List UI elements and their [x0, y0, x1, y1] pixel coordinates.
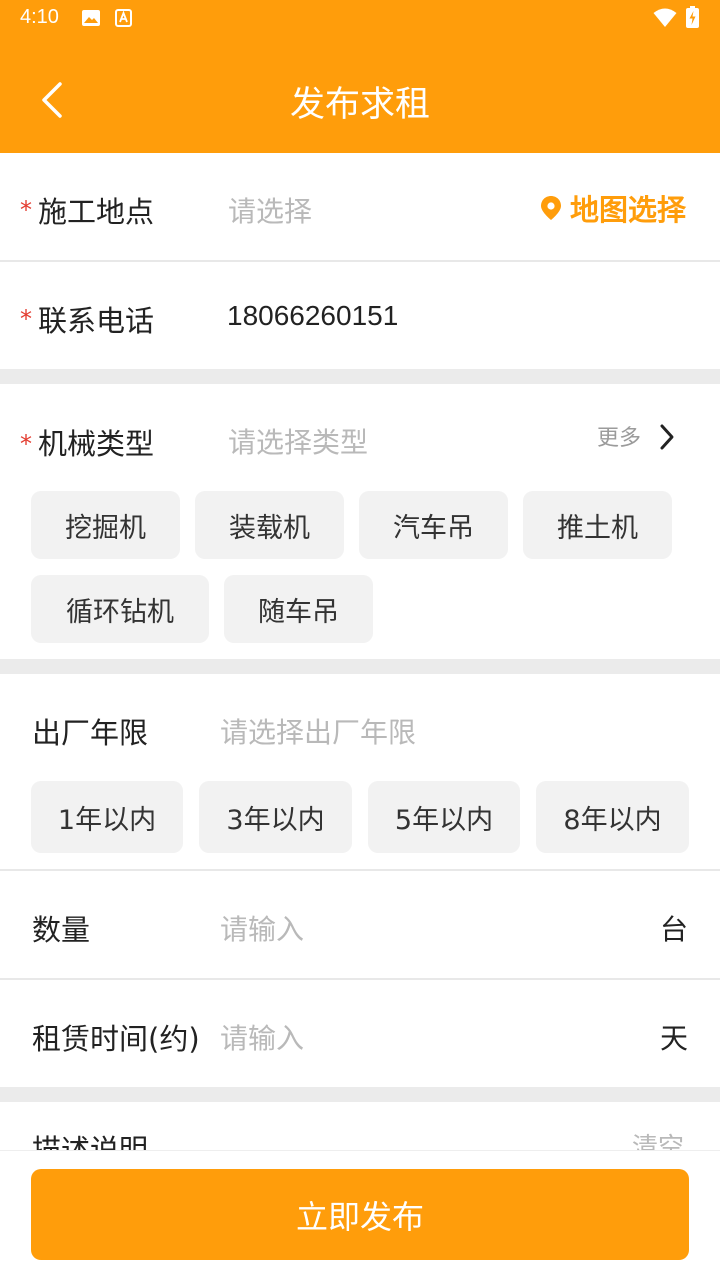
machine-chip-bulldozer[interactable]: 推土机	[523, 491, 672, 559]
machine-chip-rotary-drill[interactable]: 循环钻机	[31, 575, 209, 643]
phone-label: 联系电话	[38, 304, 155, 338]
app-header: 4:10 发布求租	[0, 0, 720, 153]
required-mark: *	[20, 305, 32, 333]
site-label: 施工地点	[38, 195, 155, 229]
duration-row[interactable]: 租赁时间(约) 请输入 天	[0, 980, 720, 1087]
battery-icon	[686, 6, 699, 28]
publish-button[interactable]: 立即发布	[31, 1169, 689, 1260]
page-title: 发布求租	[289, 85, 430, 125]
image-notification-icon	[82, 10, 100, 26]
required-mark: *	[20, 430, 32, 458]
location-pin-icon	[541, 196, 561, 220]
machine-chip-truck-mounted-crane[interactable]: 随车吊	[224, 575, 373, 643]
duration-label: 租赁时间(约)	[32, 1022, 200, 1056]
phone-row[interactable]: * 联系电话 18066260151	[0, 262, 720, 369]
duration-input[interactable]: 请输入	[220, 1017, 304, 1057]
age-chip-8y[interactable]: 8年以内	[536, 781, 689, 853]
section-separator	[0, 1087, 720, 1102]
machine-type-label: 机械类型	[38, 427, 155, 461]
wifi-icon	[653, 8, 677, 27]
machine-chip-loader[interactable]: 装载机	[195, 491, 344, 559]
site-input[interactable]: 请选择	[228, 190, 312, 230]
factory-age-input[interactable]: 请选择出厂年限	[220, 711, 416, 751]
machine-chip-excavator[interactable]: 挖掘机	[31, 491, 180, 559]
quantity-label: 数量	[32, 913, 91, 947]
factory-age-label: 出厂年限	[32, 716, 149, 750]
quantity-input[interactable]: 请输入	[220, 908, 304, 948]
map-select-button[interactable]: 地图选择	[540, 188, 686, 228]
map-select-label: 地图选择	[570, 193, 687, 227]
section-separator	[0, 369, 720, 384]
machine-chip-truck-crane[interactable]: 汽车吊	[359, 491, 508, 559]
phone-input[interactable]: 18066260151	[227, 300, 398, 332]
section-separator	[0, 659, 720, 674]
age-chip-3y[interactable]: 3年以内	[199, 781, 352, 853]
chevron-right-icon[interactable]	[657, 422, 677, 452]
quantity-unit: 台	[660, 913, 689, 946]
status-bar: 4:10	[0, 0, 720, 38]
status-time: 4:10	[20, 6, 59, 28]
quantity-row[interactable]: 数量 请输入 台	[0, 871, 720, 978]
app-notification-icon	[115, 9, 132, 27]
duration-unit: 天	[660, 1022, 689, 1055]
machine-type-input[interactable]: 请选择类型	[228, 421, 368, 461]
more-types-link[interactable]: 更多	[597, 420, 641, 452]
age-chip-5y[interactable]: 5年以内	[368, 781, 520, 853]
age-chip-1y[interactable]: 1年以内	[31, 781, 183, 853]
required-mark: *	[20, 196, 32, 224]
